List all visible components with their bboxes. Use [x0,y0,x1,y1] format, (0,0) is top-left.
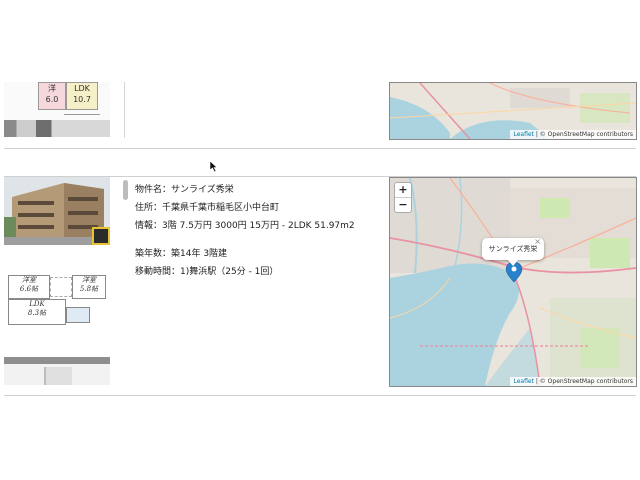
floorplan-bath [66,307,90,323]
floorplan-room-ldk: LDK 8.3帖 [8,299,66,325]
room-name: 洋 [48,84,56,93]
floorplan-wall [64,110,100,115]
room-name: LDK [29,300,45,308]
popup-close-button[interactable]: × [534,231,541,253]
previous-listing-map[interactable]: Leaflet | © OpenStreetMap contributors [389,82,637,140]
details: 3階 7.5万円 3000円 15万円 - 2LDK 51.97m2 [162,221,355,231]
interior-photo[interactable] [4,357,110,385]
map-attribution: Leaflet | © OpenStreetMap contributors [510,130,636,139]
building-photo[interactable] [4,177,110,245]
commute-row: 移動時間：1)舞浜駅（25分 - 1回） [135,264,278,277]
previous-floorplan-image[interactable]: 洋 6.0 LDK 10.7 [4,82,110,120]
property-name: サンライズ秀栄 [171,185,234,195]
listing-map[interactable]: + − サンライズ秀栄 × Leaflet | © OpenStreetMap … [389,177,637,387]
room-name: 洋室 [82,276,96,284]
column-divider [124,82,125,138]
zoom-in-button[interactable]: + [395,183,411,198]
property-name-row: 物件名：サンライズ秀栄 [135,182,234,195]
room-size: 8.3帖 [27,309,47,317]
marker-popup: サンライズ秀栄 × [482,237,544,260]
room-size: 6.6帖 [19,285,39,293]
photos-scrollbar[interactable] [123,180,128,200]
building-age-row: 築年数：築14年 3階建 [135,246,227,259]
building-age: 築14年 3階建 [171,249,228,259]
previous-building-photo[interactable] [4,120,110,137]
map-attribution: Leaflet | © OpenStreetMap contributors [510,377,636,386]
property-name-label: 物件名： [135,185,172,195]
details-row: 情報：3階 7.5万円 3000円 15万円 - 2LDK 51.97m2 [135,218,355,231]
mouse-cursor-icon [210,161,218,172]
room-name: 洋室 [22,276,36,284]
floorplan-room: LDK 10.7 [66,82,98,110]
previous-listing-photos[interactable]: 洋 6.0 LDK 10.7 [4,82,122,137]
room-name: LDK [74,84,90,93]
listing-divider [4,148,636,149]
address: 千葉県千葉市稲毛区小中台町 [162,203,280,213]
floorplan-image[interactable]: 洋室 6.6帖 洋室 5.8帖 LDK 8.3帖 [4,273,110,329]
room-size: 5.8帖 [79,285,99,293]
zoom-out-button[interactable]: − [395,198,411,212]
floorplan-closet [50,277,72,297]
address-row: 住所：千葉県千葉市稲毛区小中台町 [135,200,279,213]
building-photo-image [4,177,110,245]
map-tiles [390,178,636,386]
room-size: 10.7 [73,95,91,104]
floorplan-room-western-2: 洋室 5.8帖 [72,275,106,299]
details-label: 情報： [135,221,163,231]
building-age-label: 築年数： [135,249,172,259]
commute-time: 1)舞浜駅（25分 - 1回） [180,267,279,277]
osm-attribution: | © OpenStreetMap contributors [535,131,633,138]
leaflet-link[interactable]: Leaflet [513,131,533,138]
popup-tip [508,260,518,266]
floorplan-room-western-1: 洋室 6.6帖 [8,275,50,299]
listing-card-bottom-border [4,395,636,396]
listing-photos[interactable]: 洋室 6.6帖 洋室 5.8帖 LDK 8.3帖 [4,177,122,385]
floorplan-room: 洋 6.0 [38,82,66,110]
interior-photo-detail [44,367,72,385]
room-size: 6.0 [45,95,59,104]
commute-label: 移動時間： [135,267,181,277]
osm-attribution: | © OpenStreetMap contributors [535,378,633,385]
zoom-control: + − [394,182,412,213]
leaflet-link[interactable]: Leaflet [513,378,533,385]
address-label: 住所： [135,203,163,213]
popup-label: サンライズ秀栄 [488,245,538,253]
